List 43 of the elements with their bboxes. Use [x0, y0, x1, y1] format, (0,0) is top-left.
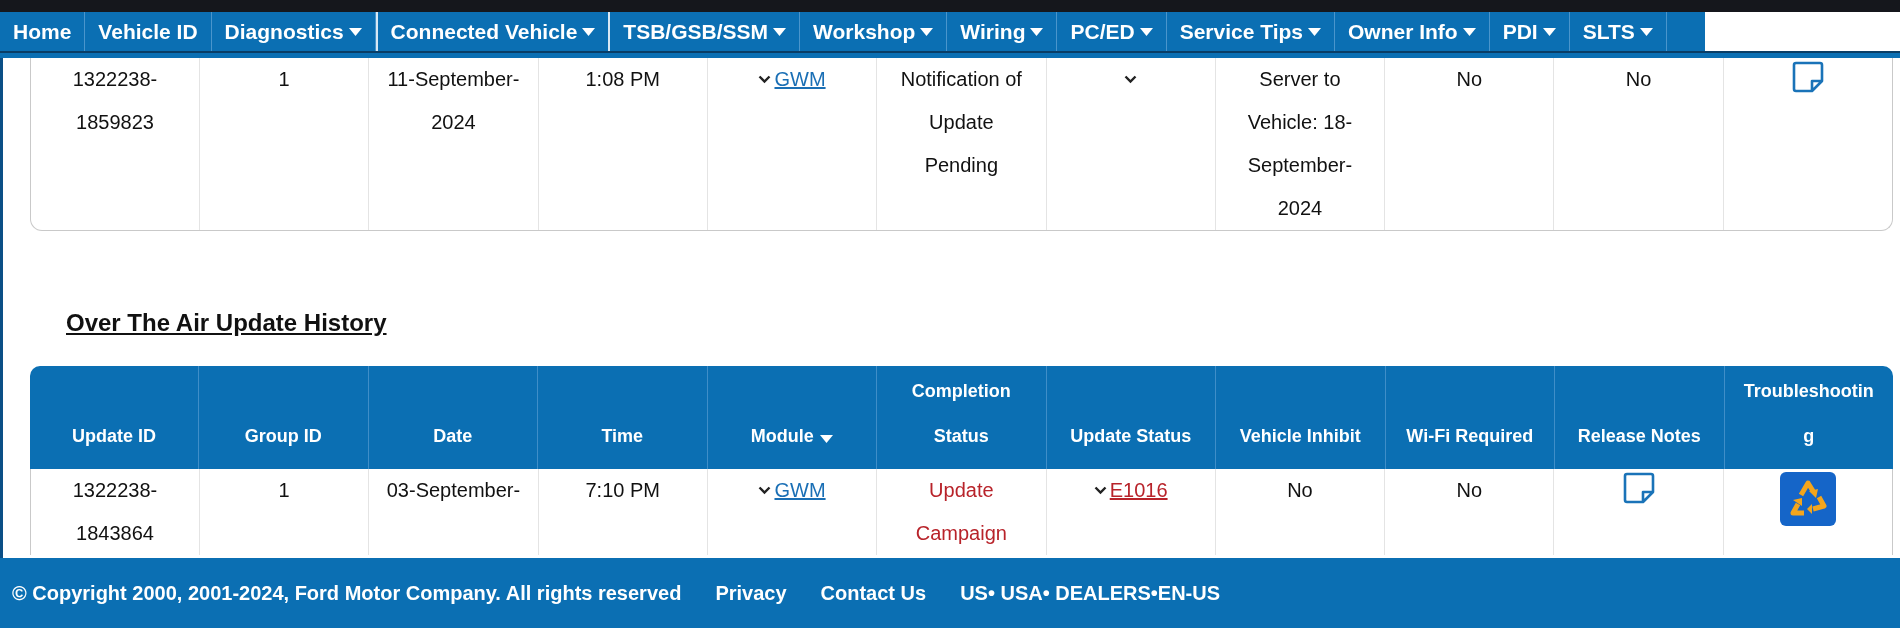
table-cell: Notification of Update Pending [876, 58, 1046, 230]
chevron-down-icon[interactable] [1124, 75, 1138, 84]
column-header: Completion Status [876, 366, 1046, 469]
column-header: Troubleshooting [1723, 366, 1893, 469]
column-header: Time [537, 366, 707, 469]
sort-caret-icon[interactable] [819, 435, 833, 443]
sortable-column-header[interactable]: Module [706, 366, 876, 469]
chevron-down-icon[interactable] [758, 75, 772, 84]
table-link[interactable]: E1016 [1109, 469, 1168, 512]
column-header: Date [367, 366, 537, 469]
table-cell: Update Campaign [876, 469, 1046, 555]
locale-text: US• USA• DEALERS•EN-US [960, 581, 1221, 605]
table-link[interactable]: GWM [774, 58, 826, 101]
table-cell: No [1384, 58, 1554, 230]
table-cell: No [1214, 469, 1385, 555]
table-cell: 11-September-2024 [368, 58, 538, 230]
footer-link[interactable]: Contact Us [820, 581, 927, 605]
column-header: Release Notes [1554, 366, 1724, 469]
column-header: Update Status [1045, 366, 1215, 469]
table-cell-text: 1322238-1843864 [71, 478, 159, 546]
column-header: Vehicle Inhibit [1215, 366, 1385, 469]
chevron-down-icon[interactable] [1093, 486, 1107, 495]
table-cell: 03-September- [368, 469, 538, 555]
table-cell: 7:10 PM [537, 469, 707, 555]
table-cell-text: 1322238-1859823 [71, 67, 159, 135]
recycle-icon[interactable] [1778, 471, 1837, 527]
copyright-text: © Copyright 2000, 2001-2024, Ford Motor Company. All rights reserved [12, 581, 682, 605]
table-cell: 1:08 PM [537, 58, 707, 230]
table-link[interactable]: GWM [774, 469, 826, 512]
section-heading: Over The Air Update History [66, 308, 387, 338]
column-header: Group ID [198, 366, 368, 469]
table-cell: Server to Vehicle: 18-September-2024 [1214, 58, 1385, 230]
table-cell: 1 [199, 58, 369, 230]
column-header: Wi-Fi Required [1384, 366, 1554, 469]
table-cell: No [1553, 58, 1723, 230]
table-cell: 1 [199, 469, 369, 555]
footer-link[interactable]: Privacy [715, 581, 787, 605]
table-cell: No [1384, 469, 1554, 555]
note-icon[interactable] [1790, 60, 1825, 94]
nav-tab[interactable]: Connected Vehicle [375, 12, 611, 51]
note-icon[interactable] [1621, 471, 1656, 505]
chevron-down-icon[interactable] [758, 486, 772, 495]
column-header: Update ID [71, 425, 157, 448]
